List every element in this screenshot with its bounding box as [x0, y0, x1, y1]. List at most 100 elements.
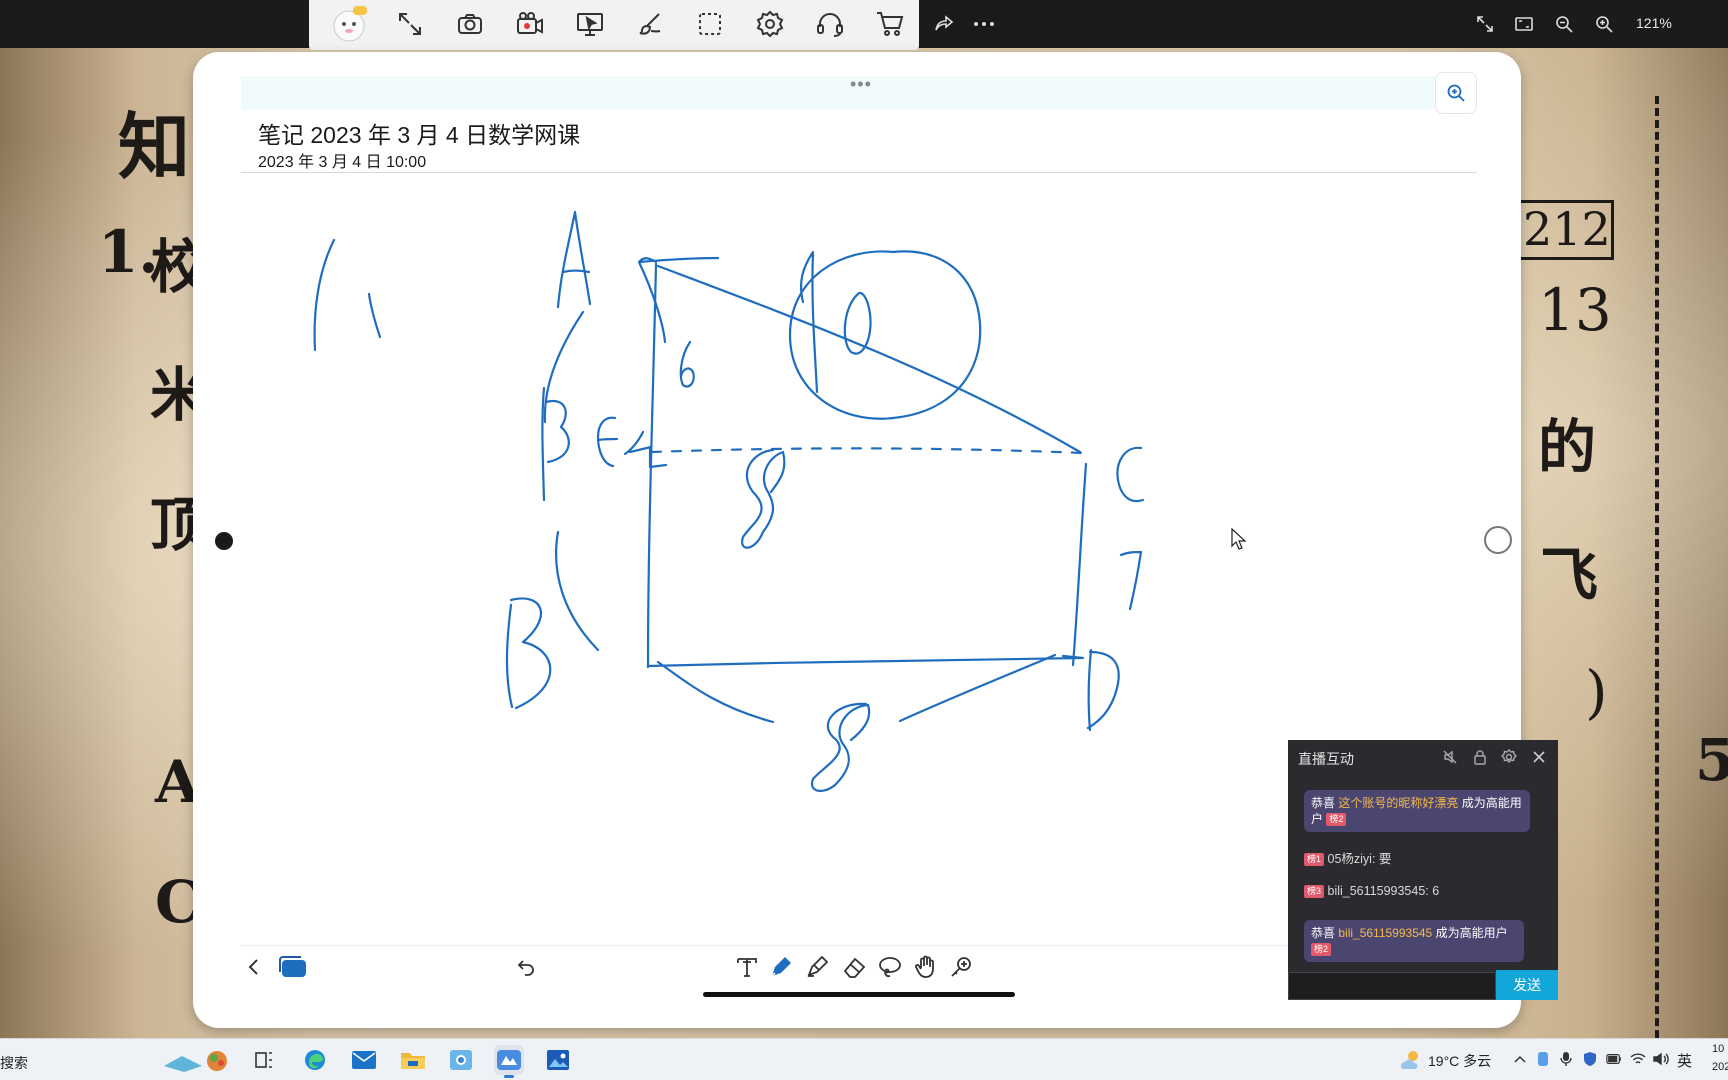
file-explorer-icon[interactable]	[398, 1045, 428, 1075]
volume-icon[interactable]	[1653, 1051, 1669, 1067]
ink-digit-8-middle	[741, 448, 786, 549]
bg-glyph: 知	[118, 104, 191, 189]
page-indicator-right[interactable]	[1484, 526, 1512, 554]
weather-text[interactable]: 19°C 多云	[1428, 1051, 1491, 1071]
chat-nick[interactable]: 这个账号的昵称好漂亮	[1338, 796, 1458, 810]
rank-badge: 榜2	[1326, 813, 1347, 827]
clock-date[interactable]: 202	[1712, 1061, 1728, 1073]
rank-badge: 榜3	[1304, 885, 1325, 899]
ink-digit-6	[679, 340, 695, 388]
pages-icon[interactable]	[275, 952, 311, 982]
ink-arc-bottom-right	[898, 653, 1057, 723]
chat-system-message: 恭喜 bili_56115993545 成为高能用户 榜2	[1304, 920, 1524, 962]
bg-glyph: 的	[1538, 413, 1597, 481]
shape-tool-icon[interactable]	[947, 952, 977, 982]
ink-letter-e	[596, 416, 619, 468]
tray-app-icon[interactable]	[1535, 1051, 1551, 1067]
ink-apex	[637, 256, 720, 344]
chat-suffix: 成为高能用户	[1435, 926, 1508, 940]
chat-settings-icon[interactable]	[1500, 748, 1518, 766]
edge-browser-icon[interactable]	[300, 1045, 330, 1075]
pen-tool-icon[interactable]	[766, 952, 796, 982]
rank-badge: 榜1	[1304, 853, 1325, 867]
ink-letter-a	[556, 210, 592, 309]
headset-icon[interactable]	[814, 8, 846, 40]
chat-nick[interactable]: bili_56115993545	[1338, 926, 1432, 940]
photos-app-icon[interactable]	[446, 1045, 476, 1075]
expand-icon[interactable]	[394, 8, 426, 40]
task-view-icon[interactable]	[249, 1045, 279, 1075]
ink-arc-lower	[555, 530, 600, 652]
rank-badge: 榜2	[1311, 943, 1332, 957]
ink-digit-7	[1119, 550, 1143, 611]
ink-letter-b-lower	[505, 597, 552, 710]
ink-circle	[788, 250, 982, 420]
bg-glyph: 5	[1695, 726, 1728, 794]
ink-digit-8-bottom	[810, 702, 871, 793]
search-highlight-icon[interactable]	[162, 1045, 232, 1075]
viewer-top-bar: 121%	[0, 0, 1728, 50]
windows-taskbar: 搜索 19°C 多云 英 10 202	[0, 1038, 1728, 1080]
chat-prefix: 恭喜	[1311, 926, 1336, 940]
clock-time[interactable]: 10	[1712, 1043, 1724, 1055]
select-region-icon[interactable]	[694, 8, 726, 40]
mute-effects-icon[interactable]	[1441, 748, 1459, 766]
lock-icon[interactable]	[1471, 748, 1489, 766]
wifi-icon[interactable]	[1630, 1051, 1646, 1067]
microphone-tray-icon[interactable]	[1558, 1051, 1574, 1067]
chat-title: 直播互动	[1298, 751, 1354, 767]
zoom-in-icon[interactable]	[1592, 12, 1616, 36]
text-tool-icon[interactable]	[732, 952, 762, 982]
share-icon[interactable]	[932, 12, 956, 36]
lasso-tool-icon[interactable]	[875, 952, 905, 982]
home-indicator	[703, 992, 1015, 997]
chat-prefix: 恭喜	[1311, 796, 1336, 810]
bg-glyph: 13	[1538, 276, 1612, 344]
highlighter-tool-icon[interactable]	[802, 952, 832, 982]
mail-icon[interactable]	[349, 1045, 379, 1075]
back-icon[interactable]	[239, 952, 269, 982]
camera-icon[interactable]	[454, 8, 486, 40]
bg-glyph: )	[1585, 658, 1608, 726]
record-icon[interactable]	[514, 8, 546, 40]
ink-one	[367, 292, 382, 339]
settings-icon[interactable]	[754, 8, 786, 40]
live-chat-panel: 直播互动 恭喜 这个账号的昵称好漂亮 成为高能用户 榜2 榜1 05杨ziyi:…	[1288, 740, 1558, 1000]
input-method-indicator[interactable]: 英	[1677, 1050, 1692, 1071]
fullscreen-icon[interactable]	[1473, 12, 1497, 36]
chat-text: 05杨ziyi: 要	[1327, 852, 1392, 866]
hand-tool-icon[interactable]	[911, 952, 941, 982]
more-icon[interactable]	[972, 12, 996, 36]
security-shield-icon[interactable]	[1582, 1051, 1598, 1067]
zoom-out-icon[interactable]	[1552, 12, 1576, 36]
close-icon[interactable]	[1530, 748, 1548, 766]
ink-arc-bottom-left	[656, 660, 775, 724]
chat-send-button[interactable]: 发送	[1496, 970, 1558, 1000]
undo-icon[interactable]	[511, 952, 541, 982]
chat-text: bili_56115993545: 6	[1327, 884, 1440, 898]
battery-icon[interactable]	[1606, 1051, 1622, 1067]
ink-top-slant	[656, 264, 1082, 454]
page-indicator-left[interactable]	[215, 532, 233, 550]
avatar-vip-icon[interactable]	[329, 4, 369, 44]
weather-icon[interactable]	[1398, 1047, 1422, 1071]
ink-letter-d	[1086, 648, 1120, 732]
chat-input[interactable]	[1288, 972, 1496, 1000]
brush-icon[interactable]	[634, 8, 666, 40]
taskbar-search[interactable]: 搜索	[0, 1053, 28, 1073]
notes-app-icon[interactable]	[494, 1045, 524, 1078]
image-viewer-icon[interactable]	[543, 1045, 573, 1075]
bg-glyph: 212	[1523, 202, 1611, 256]
bg-dashed-line	[1655, 96, 1659, 1080]
chevron-up-icon[interactable]	[1512, 1051, 1528, 1067]
bg-glyph: 飞	[1540, 541, 1599, 609]
cart-icon[interactable]	[874, 8, 906, 40]
ink-bottom-line	[646, 656, 1083, 668]
fit-window-icon[interactable]	[1512, 12, 1536, 36]
screen-share-icon[interactable]	[574, 8, 606, 40]
ink-dashed-line	[650, 447, 1085, 455]
ink-letter-c	[1116, 446, 1145, 503]
ink-paren	[313, 238, 336, 352]
eraser-tool-icon[interactable]	[839, 952, 869, 982]
zoom-level: 121%	[1636, 15, 1672, 31]
